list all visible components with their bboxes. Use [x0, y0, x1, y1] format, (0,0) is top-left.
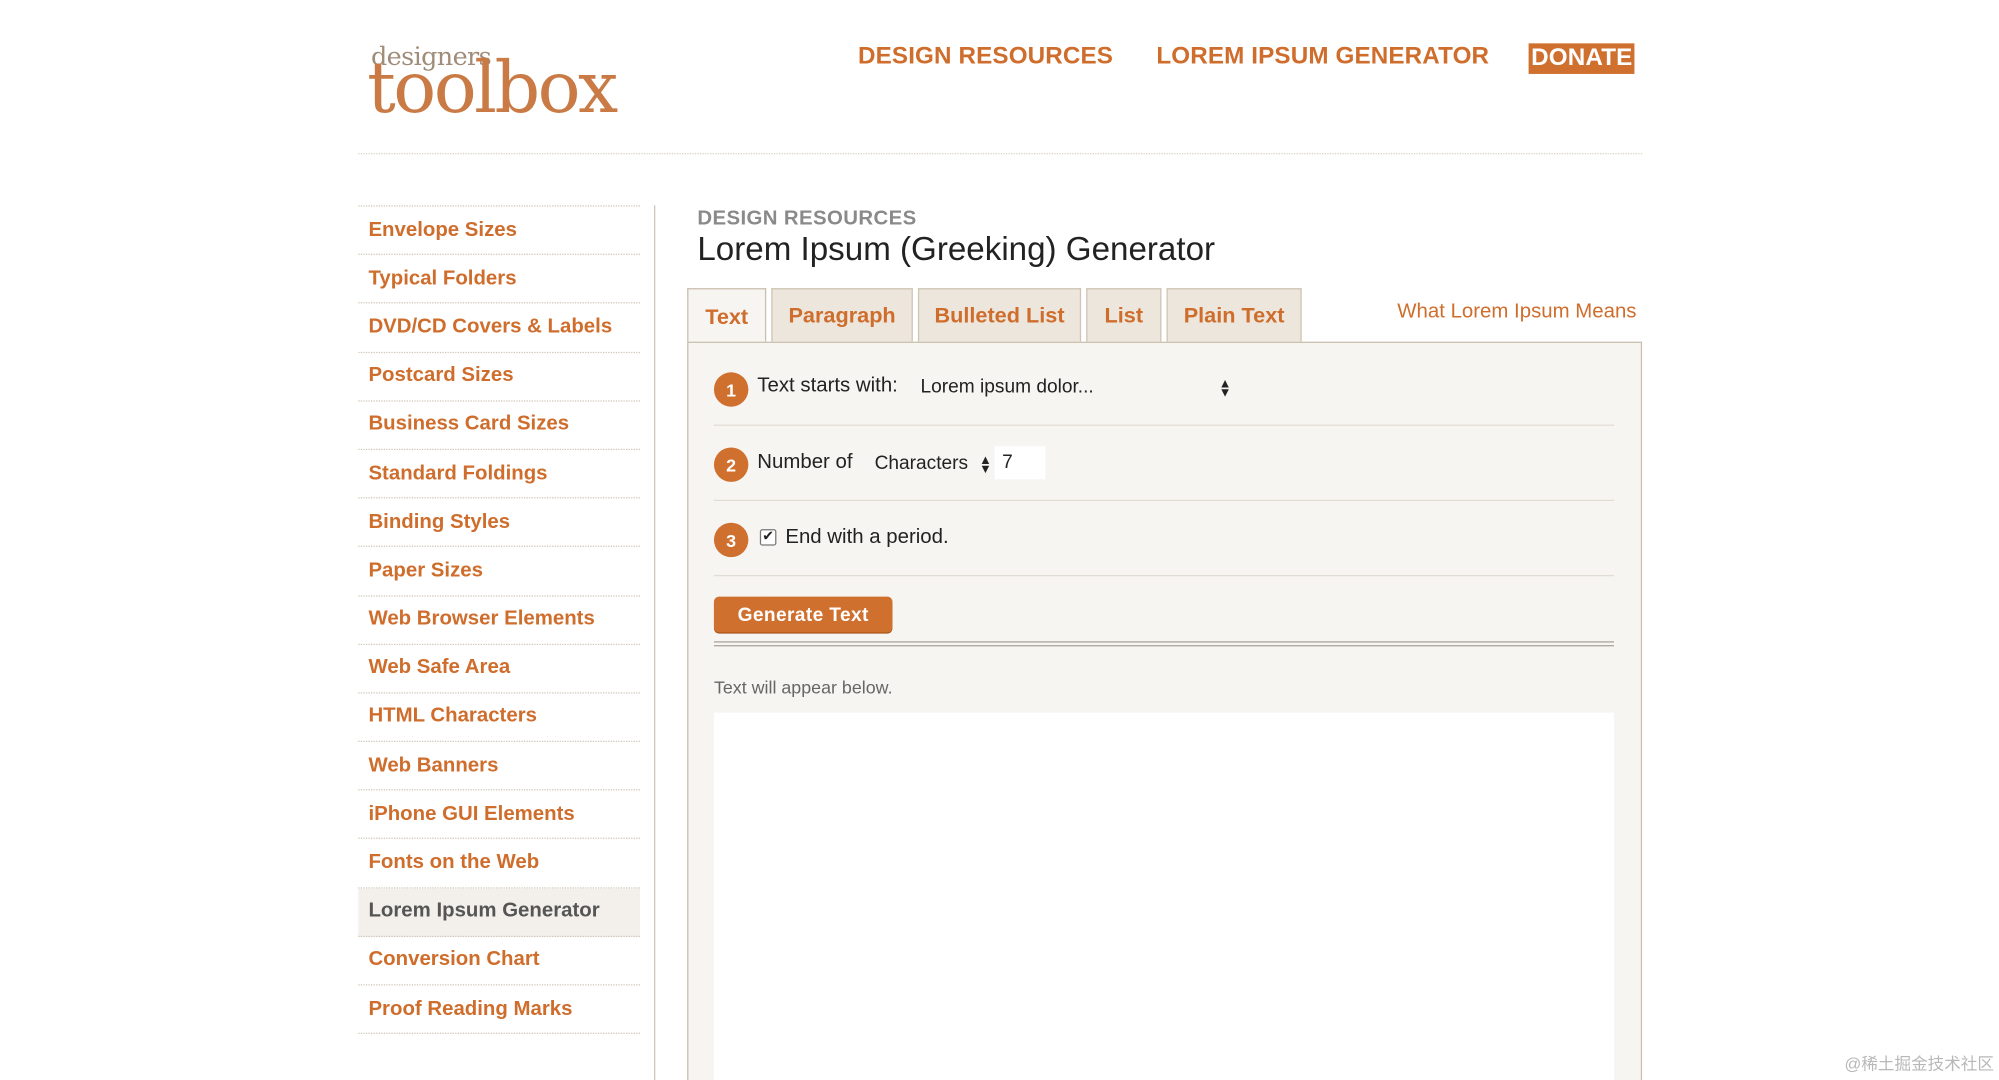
sidebar-item-paper-sizes[interactable]: Paper Sizes — [358, 547, 640, 597]
output-hint: Text will appear below. — [713, 676, 893, 698]
unit-select-value: Characters — [874, 452, 969, 475]
section-label: DESIGN RESOURCES — [697, 207, 917, 230]
page: designers toolbox DESIGN RESOURCES LOREM… — [0, 0, 1999, 1080]
unit-select-arrows-icon: ▲ ▼ — [979, 453, 992, 477]
tab-paragraph[interactable]: Paragraph — [771, 288, 913, 342]
tab-plain-text[interactable]: Plain Text — [1166, 288, 1302, 342]
sidebar-item-iphone-gui-elements[interactable]: iPhone GUI Elements — [358, 791, 640, 840]
what-lorem-ipsum-means-link[interactable]: What Lorem Ipsum Means — [1397, 301, 1636, 324]
sidebar-item-html-characters[interactable]: HTML Characters — [358, 693, 640, 743]
sidebar-item-proof-reading-marks[interactable]: Proof Reading Marks — [358, 985, 640, 1035]
number-of-label: Number of — [757, 451, 853, 473]
sidebar-item-web-banners[interactable]: Web Banners — [358, 742, 640, 791]
site-logo[interactable]: designers toolbox — [367, 41, 618, 125]
sidebar-item-business-card-sizes[interactable]: Business Card Sizes — [358, 401, 640, 450]
header-divider — [358, 152, 1643, 155]
step-1-badge: 1 — [713, 372, 749, 407]
count-input[interactable]: 7 — [994, 446, 1046, 480]
generate-text-button[interactable]: Generate Text — [713, 596, 893, 633]
sidebar-item-postcard-sizes[interactable]: Postcard Sizes — [358, 353, 640, 402]
sidebar-item-binding-styles[interactable]: Binding Styles — [358, 499, 640, 548]
sidebar-item-conversion-chart[interactable]: Conversion Chart — [358, 937, 640, 986]
nav-lorem-ipsum-generator[interactable]: LOREM IPSUM GENERATOR — [1156, 43, 1489, 71]
sidebar-divider — [654, 205, 656, 1080]
output-area[interactable] — [713, 712, 1615, 1080]
text-starts-with-select[interactable]: Lorem ipsum dolor... ▲ ▼ — [920, 376, 1234, 401]
step-end-with-period: 3 ✔ End with a period. — [713, 501, 1615, 577]
tab-list[interactable]: List — [1086, 288, 1162, 342]
select-arrows-icon: ▲ ▼ — [1218, 377, 1232, 401]
sidebar: Envelope Sizes Typical Folders DVD/CD Co… — [358, 205, 640, 1035]
sidebar-item-envelope-sizes[interactable]: Envelope Sizes — [358, 207, 640, 256]
logo-big-text: toolbox — [367, 47, 618, 131]
generator-panel: 1 Text starts with: Lorem ipsum dolor...… — [687, 341, 1643, 1080]
end-with-period-label: End with a period. — [785, 526, 949, 549]
end-with-period-checkbox[interactable]: ✔ — [759, 529, 777, 546]
page-title: Lorem Ipsum (Greeking) Generator — [697, 229, 1216, 268]
step-3-badge: 3 — [713, 522, 749, 558]
sidebar-item-web-safe-area[interactable]: Web Safe Area — [358, 645, 640, 694]
sidebar-item-lorem-ipsum-generator[interactable]: Lorem Ipsum Generator — [358, 888, 640, 937]
sidebar-item-fonts-on-the-web[interactable]: Fonts on the Web — [358, 839, 640, 889]
nav-design-resources[interactable]: DESIGN RESOURCES — [858, 43, 1113, 71]
sidebar-item-dvd-cd-covers[interactable]: DVD/CD Covers & Labels — [358, 304, 640, 353]
unit-select[interactable]: Characters ▲ ▼ — [875, 453, 997, 478]
text-starts-with-value: Lorem ipsum dolor... — [920, 376, 1094, 398]
step-text-starts-with: 1 Text starts with: Lorem ipsum dolor...… — [713, 351, 1615, 426]
tab-bulleted-list[interactable]: Bulleted List — [917, 288, 1082, 342]
step-2-badge: 2 — [713, 447, 749, 482]
step-number-of: 2 Number of Characters ▲ ▼ 7 — [713, 426, 1615, 502]
sidebar-item-standard-foldings[interactable]: Standard Foldings — [358, 450, 640, 499]
sidebar-item-typical-folders[interactable]: Typical Folders — [358, 255, 640, 304]
text-starts-with-label: Text starts with: — [757, 374, 898, 397]
nav-donate[interactable]: DONATE — [1528, 43, 1635, 74]
sidebar-item-web-browser-elements[interactable]: Web Browser Elements — [358, 596, 640, 645]
watermark: @稀土掘金技术社区 — [1844, 1054, 1994, 1074]
panel-double-divider — [713, 641, 1615, 647]
tab-text[interactable]: Text — [687, 288, 767, 345]
